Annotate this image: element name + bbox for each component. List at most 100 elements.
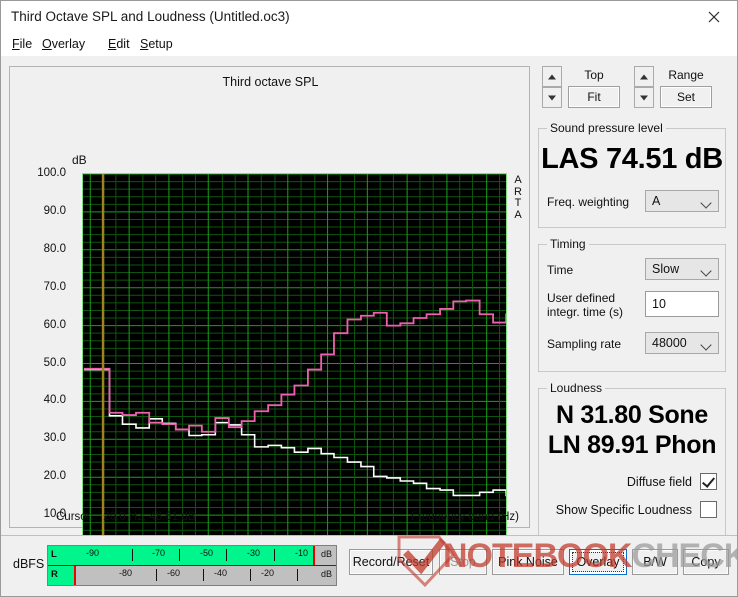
sampling-rate-value: 48000 — [652, 336, 687, 350]
meter-right-mark-3 — [250, 569, 251, 581]
range-label: Range — [668, 68, 704, 82]
range-spinner-up[interactable] — [634, 66, 654, 87]
chart-title: Third octave SPL — [222, 75, 319, 89]
y-tick-3: 30.0 — [43, 432, 66, 445]
meter-right-channel: R — [51, 569, 58, 580]
plot-area[interactable] — [82, 173, 507, 554]
spl-value: LAS 74.51 dB — [541, 143, 723, 175]
bw-button[interactable]: B/W — [632, 549, 678, 575]
menu-overlay[interactable]: Overlay — [39, 36, 88, 52]
meter-left-peak-marker — [313, 546, 315, 565]
diffuse-field-row[interactable]: Diffuse field — [627, 473, 717, 490]
meter-right-tick-40: -40 — [214, 568, 228, 578]
meter-right-mark-1 — [156, 569, 157, 581]
meter-right-unit: dB — [320, 569, 332, 579]
meter-left-mark-3 — [226, 549, 227, 561]
meter-right-tick-20: -20 — [261, 568, 275, 578]
time-value: Slow — [652, 262, 680, 276]
loudness-group: Loudness N 31.80 Sone LN 89.91 Phon Diff… — [538, 381, 726, 538]
specific-loudness-row[interactable]: Show Specific Loudness — [556, 501, 717, 518]
menu-setup[interactable]: Setup — [137, 36, 176, 52]
y-tick-6: 60.0 — [43, 318, 66, 331]
meter-left-channel: L — [51, 549, 57, 560]
meter-right: R -80 -60 -40 -20 dB — [48, 566, 336, 585]
meter-left-tick-70: -70 — [152, 548, 166, 558]
close-icon — [708, 11, 720, 23]
meter-left-mark-1 — [132, 549, 133, 561]
record-reset-button[interactable]: Record/Reset — [349, 549, 433, 575]
copy-button[interactable]: Copy — [683, 549, 729, 575]
specific-loudness-label: Show Specific Loudness — [555, 502, 692, 517]
top-spinner-up[interactable] — [542, 66, 562, 87]
pink-noise-button[interactable]: Pink Noise — [492, 549, 564, 575]
sampling-rate-label: Sampling rate — [547, 337, 622, 351]
meter-left-unit: dB — [320, 549, 332, 559]
specific-loudness-checkbox[interactable] — [700, 501, 717, 518]
diffuse-field-checkbox[interactable] — [700, 473, 717, 490]
integration-time-input[interactable]: 10 — [645, 291, 719, 317]
meter-left-tick-90: -90 — [86, 548, 100, 558]
top-label: Top — [584, 68, 604, 82]
y-axis-unit: dB — [72, 153, 87, 167]
timing-group-title: Timing — [547, 237, 589, 251]
top-spinner-down[interactable] — [542, 87, 562, 108]
overlay-button[interactable]: Overlay — [569, 549, 627, 575]
y-tick-2: 20.0 — [43, 470, 66, 483]
range-spinner[interactable] — [634, 66, 654, 108]
meter-right-mark-2 — [203, 569, 204, 581]
loudness-sone-value: N 31.80 Sone — [555, 401, 709, 429]
sampling-rate-select[interactable]: 48000 — [645, 332, 719, 354]
top-spinner[interactable] — [542, 66, 562, 108]
title-bar: Third Octave SPL and Loudness (Untitled.… — [1, 1, 737, 34]
y-tick-7: 70.0 — [43, 280, 66, 293]
y-tick-5: 50.0 — [43, 356, 66, 369]
main-content: Third octave SPL dB 0.010.020.030.040.05… — [1, 56, 737, 569]
menu-file[interactable]: File — [9, 36, 35, 52]
level-meters: L -90 -70 -50 -30 -10 dB R -80 -60 -40 -… — [47, 545, 337, 586]
x-axis-label: Frequency band (Hz) — [410, 511, 519, 523]
range-spinner-down[interactable] — [634, 87, 654, 108]
menu-edit[interactable]: Edit — [105, 36, 133, 52]
loudness-group-title: Loudness — [547, 381, 606, 395]
meter-left-mark-4 — [274, 549, 275, 561]
window-title: Third Octave SPL and Loudness (Untitled.… — [11, 9, 290, 24]
menu-bar: File Overlay Edit Setup — [1, 34, 737, 56]
dbfs-label: dBFS — [13, 557, 45, 571]
integration-time-value: 10 — [652, 297, 666, 311]
time-select[interactable]: Slow — [645, 258, 719, 280]
time-label: Time — [547, 263, 574, 277]
meter-left-tick-10: -10 — [295, 548, 309, 558]
stop-button[interactable]: Stop — [439, 549, 487, 575]
meter-left-mark-2 — [179, 549, 180, 561]
cursor-value: 20.0 Hz, 48.61 dB — [103, 511, 196, 523]
close-button[interactable] — [691, 1, 737, 33]
freq-weighting-select[interactable]: A — [645, 190, 719, 212]
meter-left-tick-50: -50 — [200, 548, 214, 558]
cursor-prefix: Cursor: — [56, 511, 94, 523]
meter-left-tick-30: -30 — [247, 548, 261, 558]
meter-left: L -90 -70 -50 -30 -10 dB — [48, 546, 336, 565]
integration-time-label: User defined integr. time (s) — [547, 291, 624, 319]
y-tick-8: 80.0 — [43, 242, 66, 255]
graph-panel: Third octave SPL dB 0.010.020.030.040.05… — [9, 66, 530, 569]
range-set-button[interactable]: Set — [660, 86, 712, 108]
app-window: Third Octave SPL and Loudness (Untitled.… — [0, 0, 738, 597]
freq-weighting-value: A — [652, 194, 661, 208]
meter-right-tick-80: -80 — [119, 568, 133, 578]
loudness-phon-value: LN 89.91 Phon — [547, 431, 717, 459]
spl-group: Sound pressure level LAS 74.51 dB Freq. … — [538, 121, 726, 228]
meter-right-mark-4 — [297, 569, 298, 581]
spl-group-title: Sound pressure level — [547, 121, 666, 135]
timing-group: Timing Time Slow User defined integr. ti… — [538, 237, 726, 372]
y-tick-10: 100.0 — [37, 167, 66, 179]
meter-right-tick-60: -60 — [167, 568, 181, 578]
arta-watermark: A R T A — [514, 174, 522, 221]
diffuse-field-label: Diffuse field — [626, 474, 692, 489]
cursor-readout: Cursor: 20.0 Hz, 48.61 dB — [56, 511, 195, 523]
y-tick-4: 40.0 — [43, 394, 66, 407]
meter-right-peak-marker — [74, 566, 76, 585]
top-fit-button[interactable]: Fit — [568, 86, 620, 108]
bottom-bar: dBFS L -90 -70 -50 -30 -10 dB R -80 -60 … — [1, 535, 737, 596]
y-tick-9: 90.0 — [43, 204, 66, 217]
freq-weighting-label: Freq. weighting — [547, 195, 630, 209]
